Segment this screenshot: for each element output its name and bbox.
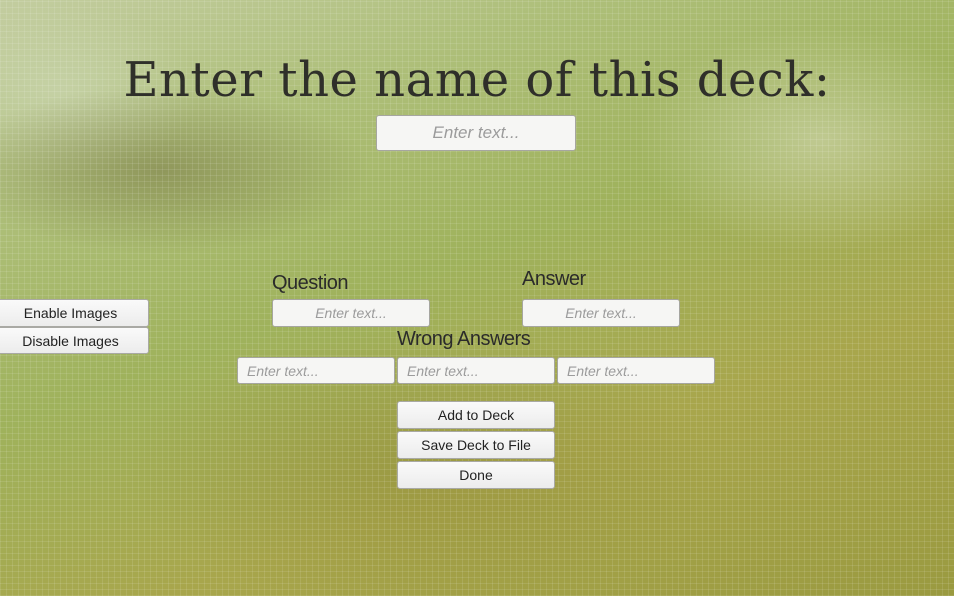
question-input[interactable] bbox=[272, 299, 430, 327]
wrong-answer-input-3[interactable] bbox=[557, 357, 715, 384]
answer-label: Answer bbox=[522, 268, 586, 290]
answer-input[interactable] bbox=[522, 299, 680, 327]
deck-name-title: Enter the name of this deck: bbox=[123, 52, 831, 108]
wrong-answers-label: Wrong Answers bbox=[397, 328, 531, 350]
enable-images-button[interactable]: Enable Images bbox=[0, 299, 149, 327]
done-button[interactable]: Done bbox=[397, 461, 555, 489]
disable-images-button[interactable]: Disable Images bbox=[0, 327, 149, 354]
add-to-deck-button[interactable]: Add to Deck bbox=[397, 401, 555, 429]
wrong-answer-input-2[interactable] bbox=[397, 357, 555, 384]
wrong-answer-input-1[interactable] bbox=[237, 357, 395, 384]
question-label: Question bbox=[272, 272, 349, 294]
deck-name-input[interactable] bbox=[376, 115, 576, 151]
save-deck-button[interactable]: Save Deck to File bbox=[397, 431, 555, 459]
